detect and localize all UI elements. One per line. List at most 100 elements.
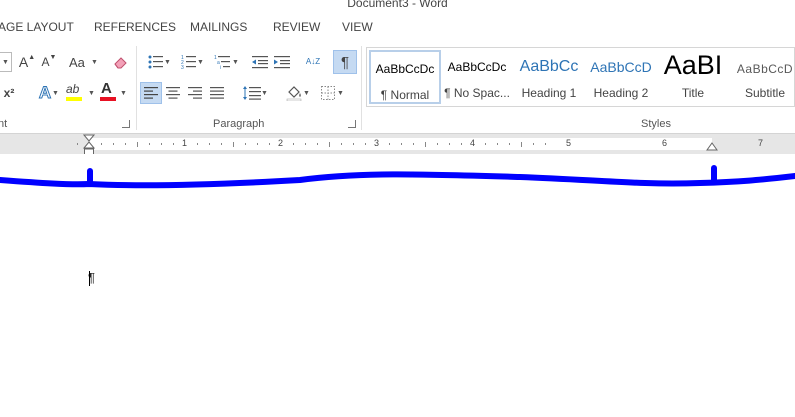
multilevel-list-button[interactable]: 1 a i ▼ (207, 51, 239, 73)
ruler-tick (125, 143, 126, 145)
style-name: Heading 2 (593, 86, 649, 100)
chevron-down-icon: ▼ (337, 90, 344, 97)
bullets-button[interactable]: ▼ (141, 51, 171, 73)
superscript-icon: x² (3, 86, 15, 100)
group-divider (361, 46, 362, 130)
tab-page-layout[interactable]: AGE LAYOUT (0, 20, 74, 34)
line-spacing-icon (243, 86, 261, 100)
style-subtitle[interactable]: AaBbCcD Subtitle (729, 50, 795, 104)
ruler-number: 4 (470, 138, 476, 148)
numbering-button[interactable]: 1 2 3 ▼ (174, 51, 204, 73)
decrease-indent-icon (252, 56, 268, 69)
sort-button[interactable]: A↓Z (302, 51, 324, 73)
chevron-down-icon: ▼ (261, 90, 268, 97)
style-preview: AaBbCc (519, 58, 579, 75)
style-preview: AaBbCcDc (447, 60, 507, 74)
style-preview: AaBbCcD (736, 62, 794, 76)
chevron-down-icon: ▼ (2, 59, 9, 66)
shading-button[interactable]: ▼ (280, 82, 310, 104)
chevron-down-icon: ▼ (164, 59, 171, 66)
ribbon: ▼ A ▲ A ▼ Aa ▼ x² A ▼ ab ▼ A ▼ nt ▼ 1 2 … (0, 42, 795, 134)
style-preview: AaBbCcD (590, 59, 652, 75)
align-right-icon (188, 87, 202, 99)
line-spacing-button[interactable]: ▼ (236, 82, 268, 104)
style-heading-1[interactable]: AaBbCc Heading 1 (513, 50, 585, 104)
chevron-down-icon: ▼ (52, 90, 59, 97)
chevron-down-icon: ▼ (303, 90, 310, 97)
ruler-tick (257, 143, 258, 145)
tab-review[interactable]: REVIEW (273, 20, 320, 34)
ruler-tick (101, 143, 102, 145)
left-indent-marker[interactable] (83, 134, 95, 156)
style-name: ¶ Normal (380, 88, 430, 102)
ruler-tick (161, 143, 162, 145)
ruler-tick (413, 143, 414, 145)
align-left-button[interactable] (140, 82, 162, 104)
paragraph-group-label: Paragraph (213, 118, 265, 130)
justify-button[interactable] (206, 82, 228, 104)
ruler-number: 3 (374, 138, 380, 148)
ruler-number: 1 (182, 138, 188, 148)
tab-references[interactable]: REFERENCES (94, 20, 176, 34)
tab-view[interactable]: VIEW (342, 20, 373, 34)
sort-icon: A↓Z (305, 57, 321, 66)
numbered-list-icon: 1 2 3 (181, 55, 196, 70)
change-case-label: Aa (69, 54, 85, 70)
show-hide-formatting-button[interactable]: ¶ (333, 50, 357, 74)
style-heading-2[interactable]: AaBbCcD Heading 2 (585, 50, 657, 104)
grow-font-button[interactable]: A ▲ (18, 52, 36, 72)
svg-text:3: 3 (181, 65, 184, 70)
justify-icon (210, 87, 224, 99)
ruler-tick (401, 143, 402, 145)
clear-formatting-button[interactable] (110, 51, 132, 73)
align-center-button[interactable] (162, 82, 184, 104)
ruler-tick (269, 143, 270, 145)
borders-button[interactable]: ▼ (312, 82, 344, 104)
chevron-down-icon: ▼ (197, 59, 204, 66)
ruler-tick (77, 143, 78, 145)
highlight-color-button[interactable]: ab ▼ (64, 82, 96, 104)
ruler-tick (149, 143, 150, 145)
paragraph-dialog-launcher[interactable] (348, 120, 356, 128)
style-name: Subtitle (744, 86, 786, 100)
ruler-tick (485, 143, 486, 145)
ruler-number: 7 (758, 138, 764, 148)
ruler-tick (317, 143, 318, 145)
increase-indent-icon (274, 56, 290, 69)
style-normal[interactable]: AaBbCcDc ¶ Normal (369, 50, 441, 104)
font-color-button[interactable]: A ▼ (98, 80, 128, 104)
text-effects-button[interactable]: A ▼ (30, 82, 60, 104)
superscript-button[interactable]: x² (0, 82, 18, 104)
style-no-spacing[interactable]: AaBbCcDc ¶ No Spac... (441, 50, 513, 104)
arrow-up-icon: ▲ (28, 53, 36, 61)
change-case-button[interactable]: Aa ▼ (66, 52, 98, 72)
right-indent-marker[interactable] (706, 142, 718, 151)
svg-text:i: i (220, 65, 221, 70)
align-left-icon (144, 87, 158, 99)
window-title: Document3 - Word (347, 0, 448, 10)
ruler-tick (533, 143, 534, 145)
document-page[interactable]: ¶ (0, 154, 795, 417)
align-right-button[interactable] (184, 82, 206, 104)
chevron-down-icon: ▼ (88, 90, 95, 97)
font-size-dropdown[interactable]: ▼ (0, 52, 12, 72)
decrease-indent-button[interactable] (249, 51, 271, 73)
font-color-swatch (100, 97, 116, 101)
increase-indent-button[interactable] (271, 51, 293, 73)
ruler-tick (497, 143, 498, 145)
ruler-number: 6 (662, 138, 668, 148)
font-dialog-launcher[interactable] (122, 120, 130, 128)
chevron-down-icon: ▼ (120, 90, 127, 97)
ruler-tick (389, 143, 390, 145)
tab-mailings[interactable]: MAILINGS (190, 20, 247, 34)
style-title[interactable]: AaBI Title (657, 50, 729, 104)
horizontal-ruler[interactable]: 1 2 3 4 5 6 7 (0, 134, 795, 156)
ruler-tick (449, 143, 450, 145)
ruler-tick (437, 143, 438, 145)
ruler-tick (545, 143, 546, 145)
text-effects-icon: A (38, 83, 52, 103)
ruler-tick (329, 142, 330, 147)
ruler-tick (137, 142, 138, 147)
shrink-font-button[interactable]: A ▼ (40, 52, 58, 72)
style-name: Heading 1 (521, 86, 577, 100)
